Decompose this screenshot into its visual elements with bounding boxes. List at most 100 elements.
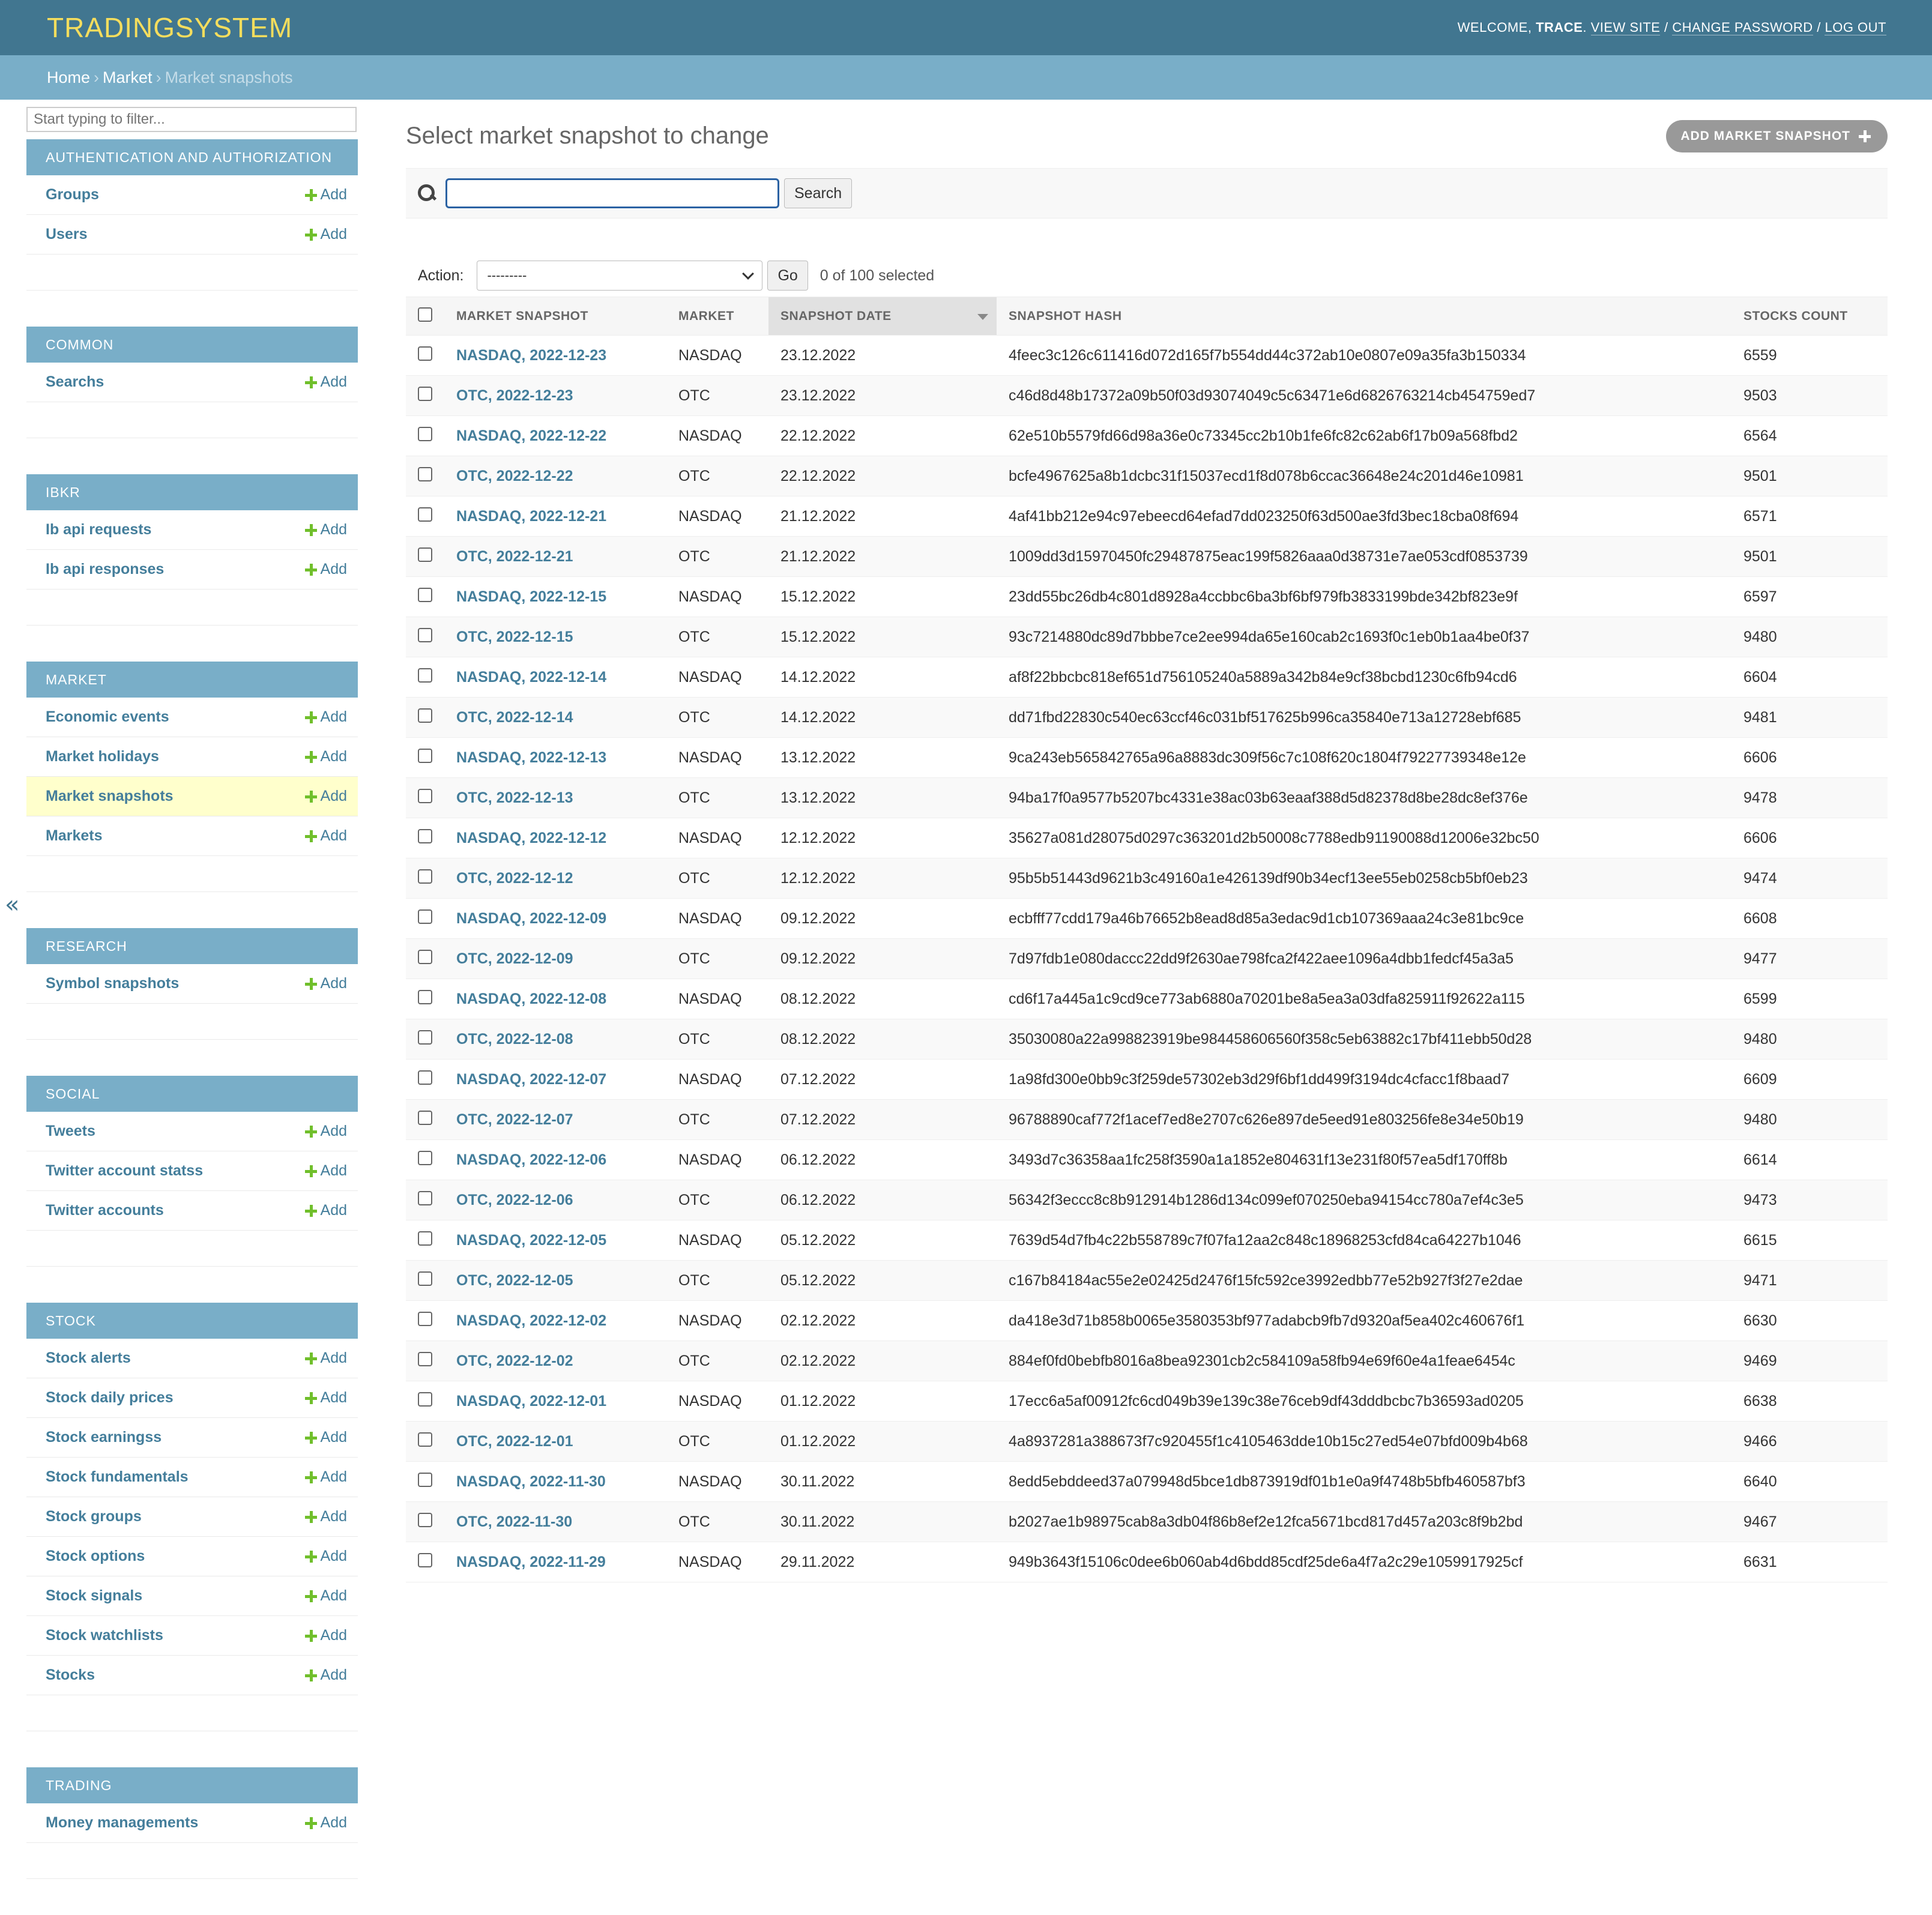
sidebar-item-label[interactable]: Stock options [46, 1548, 145, 1565]
sidebar-item-ib-api-requests[interactable]: Ib api requests Add [26, 510, 358, 550]
sidebar-item-stock-daily-prices[interactable]: Stock daily prices Add [26, 1378, 358, 1418]
sidebar-item-twitter-account-statss[interactable]: Twitter account statss Add [26, 1151, 358, 1191]
snapshot-link[interactable]: NASDAQ, 2022-12-21 [456, 508, 606, 525]
row-checkbox[interactable] [418, 708, 432, 723]
sort-descending-icon[interactable] [977, 314, 988, 320]
column-header-market-snapshot[interactable]: MARKET SNAPSHOT [444, 297, 666, 336]
module-caption[interactable]: RESEARCH [26, 928, 358, 964]
snapshot-link[interactable]: OTC, 2022-11-30 [456, 1513, 572, 1530]
row-checkbox[interactable] [418, 1432, 432, 1447]
row-checkbox[interactable] [418, 869, 432, 884]
add-link[interactable]: Add [304, 226, 347, 243]
go-button[interactable]: Go [767, 261, 808, 291]
row-checkbox[interactable] [418, 1110, 432, 1125]
row-checkbox[interactable] [418, 386, 432, 401]
row-checkbox[interactable] [418, 627, 432, 642]
add-link[interactable]: Add [304, 1548, 347, 1565]
add-link[interactable]: Add [304, 708, 347, 726]
sidebar-item-stock-fundamentals[interactable]: Stock fundamentals Add [26, 1458, 358, 1497]
row-checkbox[interactable] [418, 1190, 432, 1205]
sidebar-item-label[interactable]: Stock watchlists [46, 1627, 163, 1644]
sidebar-item-label[interactable]: Stock earningss [46, 1429, 162, 1446]
snapshot-link[interactable]: OTC, 2022-12-13 [456, 789, 573, 806]
add-link[interactable]: Add [304, 1123, 347, 1140]
add-link[interactable]: Add [304, 1350, 347, 1367]
sidebar-item-label[interactable]: Money managements [46, 1814, 198, 1832]
add-link[interactable]: Add [304, 561, 347, 578]
breadcrumb-market[interactable]: Market [103, 68, 152, 87]
row-checkbox[interactable] [418, 788, 432, 803]
row-checkbox[interactable] [418, 587, 432, 602]
add-link[interactable]: Add [304, 1508, 347, 1525]
sidebar-item-money-managements[interactable]: Money managements Add [26, 1803, 358, 1843]
sidebar-item-stock-signals[interactable]: Stock signals Add [26, 1576, 358, 1616]
module-caption[interactable]: STOCK [26, 1303, 358, 1339]
collapse-sidebar-icon[interactable]: « [5, 891, 19, 918]
search-button[interactable]: Search [784, 178, 853, 208]
column-header-snapshot-hash[interactable]: SNAPSHOT HASH [997, 297, 1731, 336]
sidebar-item-label[interactable]: Groups [46, 186, 99, 204]
sidebar-item-label[interactable]: Economic events [46, 708, 169, 726]
row-checkbox[interactable] [418, 1392, 432, 1407]
row-checkbox[interactable] [418, 1472, 432, 1487]
row-checkbox[interactable] [418, 1030, 432, 1045]
row-checkbox[interactable] [418, 1070, 432, 1085]
sidebar-item-label[interactable]: Ib api responses [46, 561, 164, 578]
sidebar-item-stocks[interactable]: Stocks Add [26, 1656, 358, 1695]
snapshot-link[interactable]: NASDAQ, 2022-12-13 [456, 749, 606, 766]
sidebar-item-stock-groups[interactable]: Stock groups Add [26, 1497, 358, 1537]
snapshot-link[interactable]: NASDAQ, 2022-12-07 [456, 1071, 606, 1088]
sidebar-item-label[interactable]: Twitter accounts [46, 1202, 164, 1219]
row-checkbox[interactable] [418, 466, 432, 481]
add-link[interactable]: Add [304, 975, 347, 992]
search-input[interactable] [445, 178, 779, 208]
sidebar-item-market-holidays[interactable]: Market holidays Add [26, 737, 358, 777]
add-market-snapshot-button[interactable]: ADD MARKET SNAPSHOT [1666, 120, 1888, 152]
column-header-stocks-count[interactable]: STOCKS COUNT [1731, 297, 1888, 336]
snapshot-link[interactable]: OTC, 2022-12-05 [456, 1272, 573, 1289]
sidebar-item-stock-alerts[interactable]: Stock alerts Add [26, 1339, 358, 1378]
snapshot-link[interactable]: NASDAQ, 2022-12-15 [456, 588, 606, 605]
sidebar-item-label[interactable]: Ib api requests [46, 521, 151, 538]
module-caption[interactable]: TRADING [26, 1767, 358, 1803]
sidebar-item-label[interactable]: Searchs [46, 373, 104, 391]
snapshot-link[interactable]: OTC, 2022-12-21 [456, 548, 573, 565]
row-checkbox[interactable] [418, 346, 432, 361]
site-brand[interactable]: TRADINGSYSTEM [47, 11, 292, 44]
row-checkbox[interactable] [418, 989, 432, 1004]
breadcrumb-home[interactable]: Home [47, 68, 90, 87]
add-link[interactable]: Add [304, 186, 347, 204]
sidebar-item-market-snapshots[interactable]: Market snapshots Add [26, 777, 358, 816]
sidebar-item-label[interactable]: Stocks [46, 1666, 95, 1684]
sidebar-item-label[interactable]: Market holidays [46, 748, 159, 765]
add-link[interactable]: Add [304, 1429, 347, 1446]
add-link[interactable]: Add [304, 1468, 347, 1486]
sidebar-item-groups[interactable]: Groups Add [26, 175, 358, 215]
row-checkbox[interactable] [418, 1311, 432, 1326]
snapshot-link[interactable]: NASDAQ, 2022-11-30 [456, 1473, 606, 1490]
sidebar-item-label[interactable]: Tweets [46, 1123, 95, 1140]
row-checkbox[interactable] [418, 949, 432, 964]
sidebar-item-label[interactable]: Users [46, 226, 88, 243]
row-checkbox[interactable] [418, 1271, 432, 1286]
sidebar-item-economic-events[interactable]: Economic events Add [26, 698, 358, 737]
sidebar-item-users[interactable]: Users Add [26, 215, 358, 255]
snapshot-link[interactable]: NASDAQ, 2022-12-12 [456, 830, 606, 846]
sidebar-item-twitter-accounts[interactable]: Twitter accounts Add [26, 1191, 358, 1231]
nav-filter-input[interactable] [26, 107, 357, 132]
add-link[interactable]: Add [304, 373, 347, 391]
snapshot-link[interactable]: OTC, 2022-12-12 [456, 870, 573, 887]
action-select[interactable]: --------- [477, 261, 763, 291]
add-link[interactable]: Add [304, 1587, 347, 1605]
add-link[interactable]: Add [304, 1202, 347, 1219]
snapshot-link[interactable]: NASDAQ, 2022-12-14 [456, 669, 606, 686]
module-caption[interactable]: SOCIAL [26, 1076, 358, 1112]
snapshot-link[interactable]: NASDAQ, 2022-12-22 [456, 427, 606, 444]
add-link[interactable]: Add [304, 1666, 347, 1684]
add-link[interactable]: Add [304, 1814, 347, 1832]
row-checkbox[interactable] [418, 547, 432, 562]
snapshot-link[interactable]: NASDAQ, 2022-12-01 [456, 1393, 606, 1410]
add-link[interactable]: Add [304, 521, 347, 538]
row-checkbox[interactable] [418, 668, 432, 683]
sidebar-item-label[interactable]: Market snapshots [46, 788, 174, 805]
